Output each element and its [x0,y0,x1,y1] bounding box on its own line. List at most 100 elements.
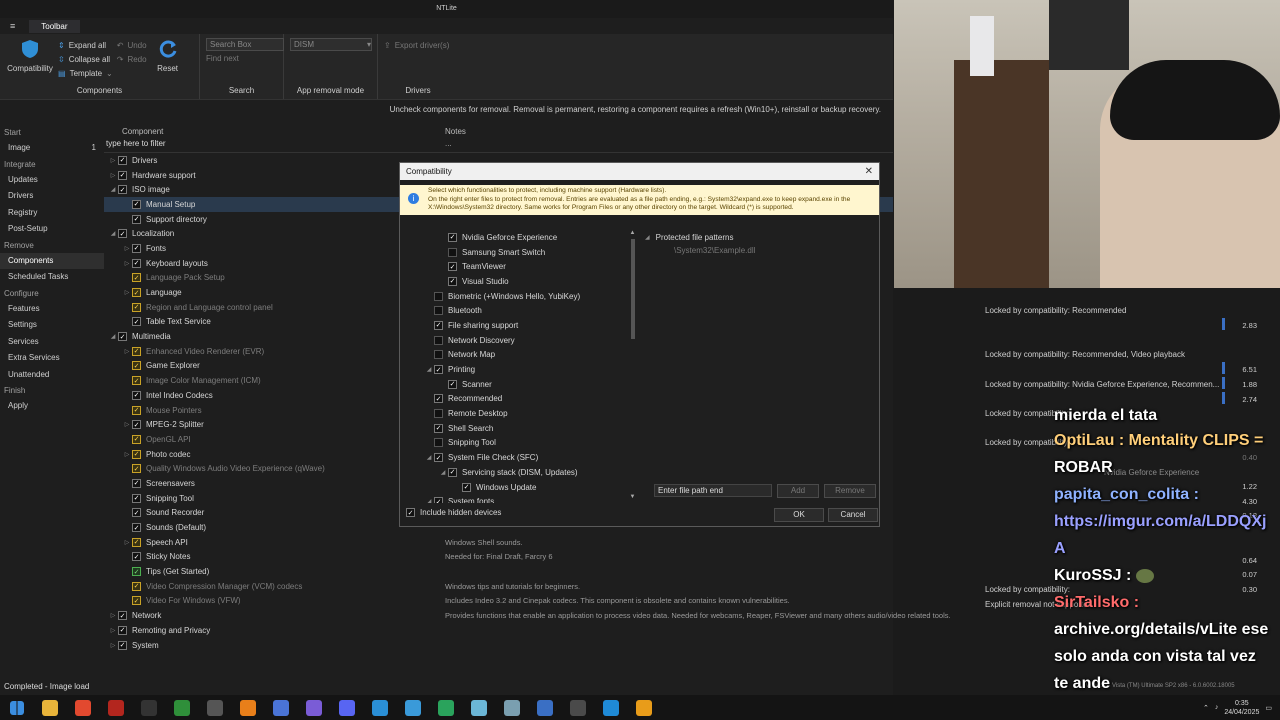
compatibility-item[interactable]: Network Map [400,348,638,363]
app-red-icon[interactable] [99,695,132,720]
app-icon[interactable] [594,695,627,720]
vlc-icon[interactable] [231,695,264,720]
obs-icon[interactable] [132,695,165,720]
expand-arrow-icon[interactable]: ◢ [108,230,118,237]
compatibility-checkbox[interactable]: ✓ [434,423,443,433]
component-checkbox[interactable]: ✓ [132,243,141,253]
component-checkbox[interactable]: ✓ [132,464,141,474]
compatibility-item[interactable]: ✓ Recommended [400,392,638,407]
component-checkbox[interactable]: ✓ [118,155,127,165]
component-checkbox[interactable]: ✓ [132,596,141,606]
component-checkbox[interactable]: ✓ [132,567,141,577]
search-input[interactable]: Search Box [206,38,284,51]
compatibility-checkbox[interactable]: ✓ [448,276,457,286]
expand-arrow-icon[interactable]: ▷ [108,172,118,179]
brave-browser-icon[interactable] [66,695,99,720]
sidebar-item-registry[interactable]: Registry [0,205,104,222]
compatibility-checkbox[interactable]: ✓ [434,453,443,463]
compatibility-checkbox[interactable] [434,409,443,419]
compatibility-item[interactable]: ✓ Shell Search [400,421,638,436]
sidebar-item-scheduled-tasks[interactable]: Scheduled Tasks [0,269,104,286]
compatibility-checkbox[interactable]: ✓ [434,320,443,330]
compatibility-checkbox[interactable]: ✓ [448,467,457,477]
component-checkbox[interactable]: ✓ [118,332,127,342]
compatibility-checkbox[interactable]: ✓ [434,365,443,375]
component-checkbox[interactable]: ✓ [132,478,141,488]
windows-start-icon[interactable] [0,695,33,720]
compatibility-item[interactable]: ◢ ✓ System fonts [400,494,638,503]
chevron-up-icon[interactable]: ⌃ [1203,704,1209,712]
chat-link[interactable]: https://imgur.com/a/LDDQXj [1046,508,1280,535]
compatibility-checkbox[interactable] [434,291,443,301]
component-checkbox[interactable]: ✓ [118,185,127,195]
compatibility-item[interactable]: Bluetooth [400,303,638,318]
component-checkbox[interactable]: ✓ [132,552,141,562]
compatibility-button[interactable]: Compatibility [6,38,54,80]
notes-filter-input[interactable]: ... [445,139,452,148]
collapse-arrow-icon[interactable]: ◢ [645,234,650,241]
component-checkbox[interactable]: ✓ [132,302,141,312]
compatibility-item[interactable]: ◢ ✓ Printing [400,362,638,377]
ok-button[interactable]: OK [774,508,824,522]
close-icon[interactable]: ✕ [865,163,873,180]
compatibility-item[interactable]: Samsung Smart Switch [400,245,638,260]
compatibility-checkbox[interactable]: ✓ [448,232,457,242]
component-checkbox[interactable]: ✓ [132,346,141,356]
expand-all-button[interactable]: ⇕ Expand all [58,38,113,52]
component-checkbox[interactable]: ✓ [132,420,141,430]
tree-row[interactable]: ▷ ✓ Speech API Windows Shell sounds. [104,535,893,550]
scroll-up-icon[interactable]: ▲ [628,230,637,236]
app-icon[interactable] [198,695,231,720]
expand-arrow-icon[interactable]: ◢ [424,454,434,461]
expand-arrow-icon[interactable]: ▷ [108,627,118,634]
ntlite-icon[interactable] [264,695,297,720]
component-checkbox[interactable]: ✓ [132,493,141,503]
refresh-app-icon[interactable] [396,695,429,720]
scroll-thumb[interactable] [630,239,635,339]
compatibility-checkbox[interactable] [434,350,443,360]
collapse-all-button[interactable]: ⇳ Collapse all [58,52,113,66]
component-checkbox[interactable]: ✓ [132,405,141,415]
compatibility-checkbox[interactable] [434,335,443,345]
expand-arrow-icon[interactable]: ▷ [122,451,132,458]
redo-button[interactable]: ↷ Redo [117,52,147,66]
notepad-icon[interactable] [165,695,198,720]
template-button[interactable]: ▤ Template ⌄ [58,66,113,80]
tree-row[interactable]: ▷ ✓ Remoting and Privacy [104,623,893,638]
compatibility-item[interactable]: Snipping Tool [400,436,638,451]
app-icon[interactable] [528,695,561,720]
expand-arrow-icon[interactable]: ◢ [108,333,118,340]
component-checkbox[interactable]: ✓ [132,537,141,547]
expand-arrow-icon[interactable]: ◢ [108,186,118,193]
discord-icon[interactable] [330,695,363,720]
component-checkbox[interactable]: ✓ [132,288,141,298]
tree-row[interactable]: ▷ ✓ Network Provides functions that enable … [104,608,951,623]
sidebar-item-unattended[interactable]: Unattended [0,367,104,384]
clock[interactable]: 0:35 24/04/2025 [1224,699,1259,717]
expand-arrow-icon[interactable]: ▷ [122,245,132,252]
remove-button[interactable]: Remove [824,484,876,498]
calculator-icon[interactable] [561,695,594,720]
removal-mode-select[interactable]: DISM ▾ [290,38,372,51]
component-checkbox[interactable]: ✓ [132,508,141,518]
component-checkbox[interactable]: ✓ [132,273,141,283]
compatibility-checkbox[interactable]: ✓ [448,262,457,272]
sidebar-item-updates[interactable]: Updates [0,172,104,189]
cancel-button[interactable]: Cancel [828,508,878,522]
expand-arrow-icon[interactable]: ▷ [122,421,132,428]
compatibility-item[interactable]: Network Discovery [400,333,638,348]
notification-icon[interactable]: ▭ [1265,704,1272,712]
file-explorer-icon[interactable] [33,695,66,720]
sidebar-item-services[interactable]: Services [0,334,104,351]
component-checkbox[interactable]: ✓ [118,611,127,621]
tree-row[interactable]: ▷ ✓ System [104,638,893,653]
sidebar-item-extra-services[interactable]: Extra Services [0,350,104,367]
app-icon[interactable] [462,695,495,720]
tab-toolbar[interactable]: Toolbar [29,19,80,33]
sidebar-item-components[interactable]: Components [0,252,104,269]
column-notes[interactable]: Notes [445,127,466,136]
compatibility-item[interactable]: ✓ Nvidia Geforce Experience [400,230,638,245]
component-checkbox[interactable]: ✓ [132,199,141,209]
app-icon[interactable] [627,695,660,720]
filter-input[interactable]: type here to filter [106,139,166,148]
